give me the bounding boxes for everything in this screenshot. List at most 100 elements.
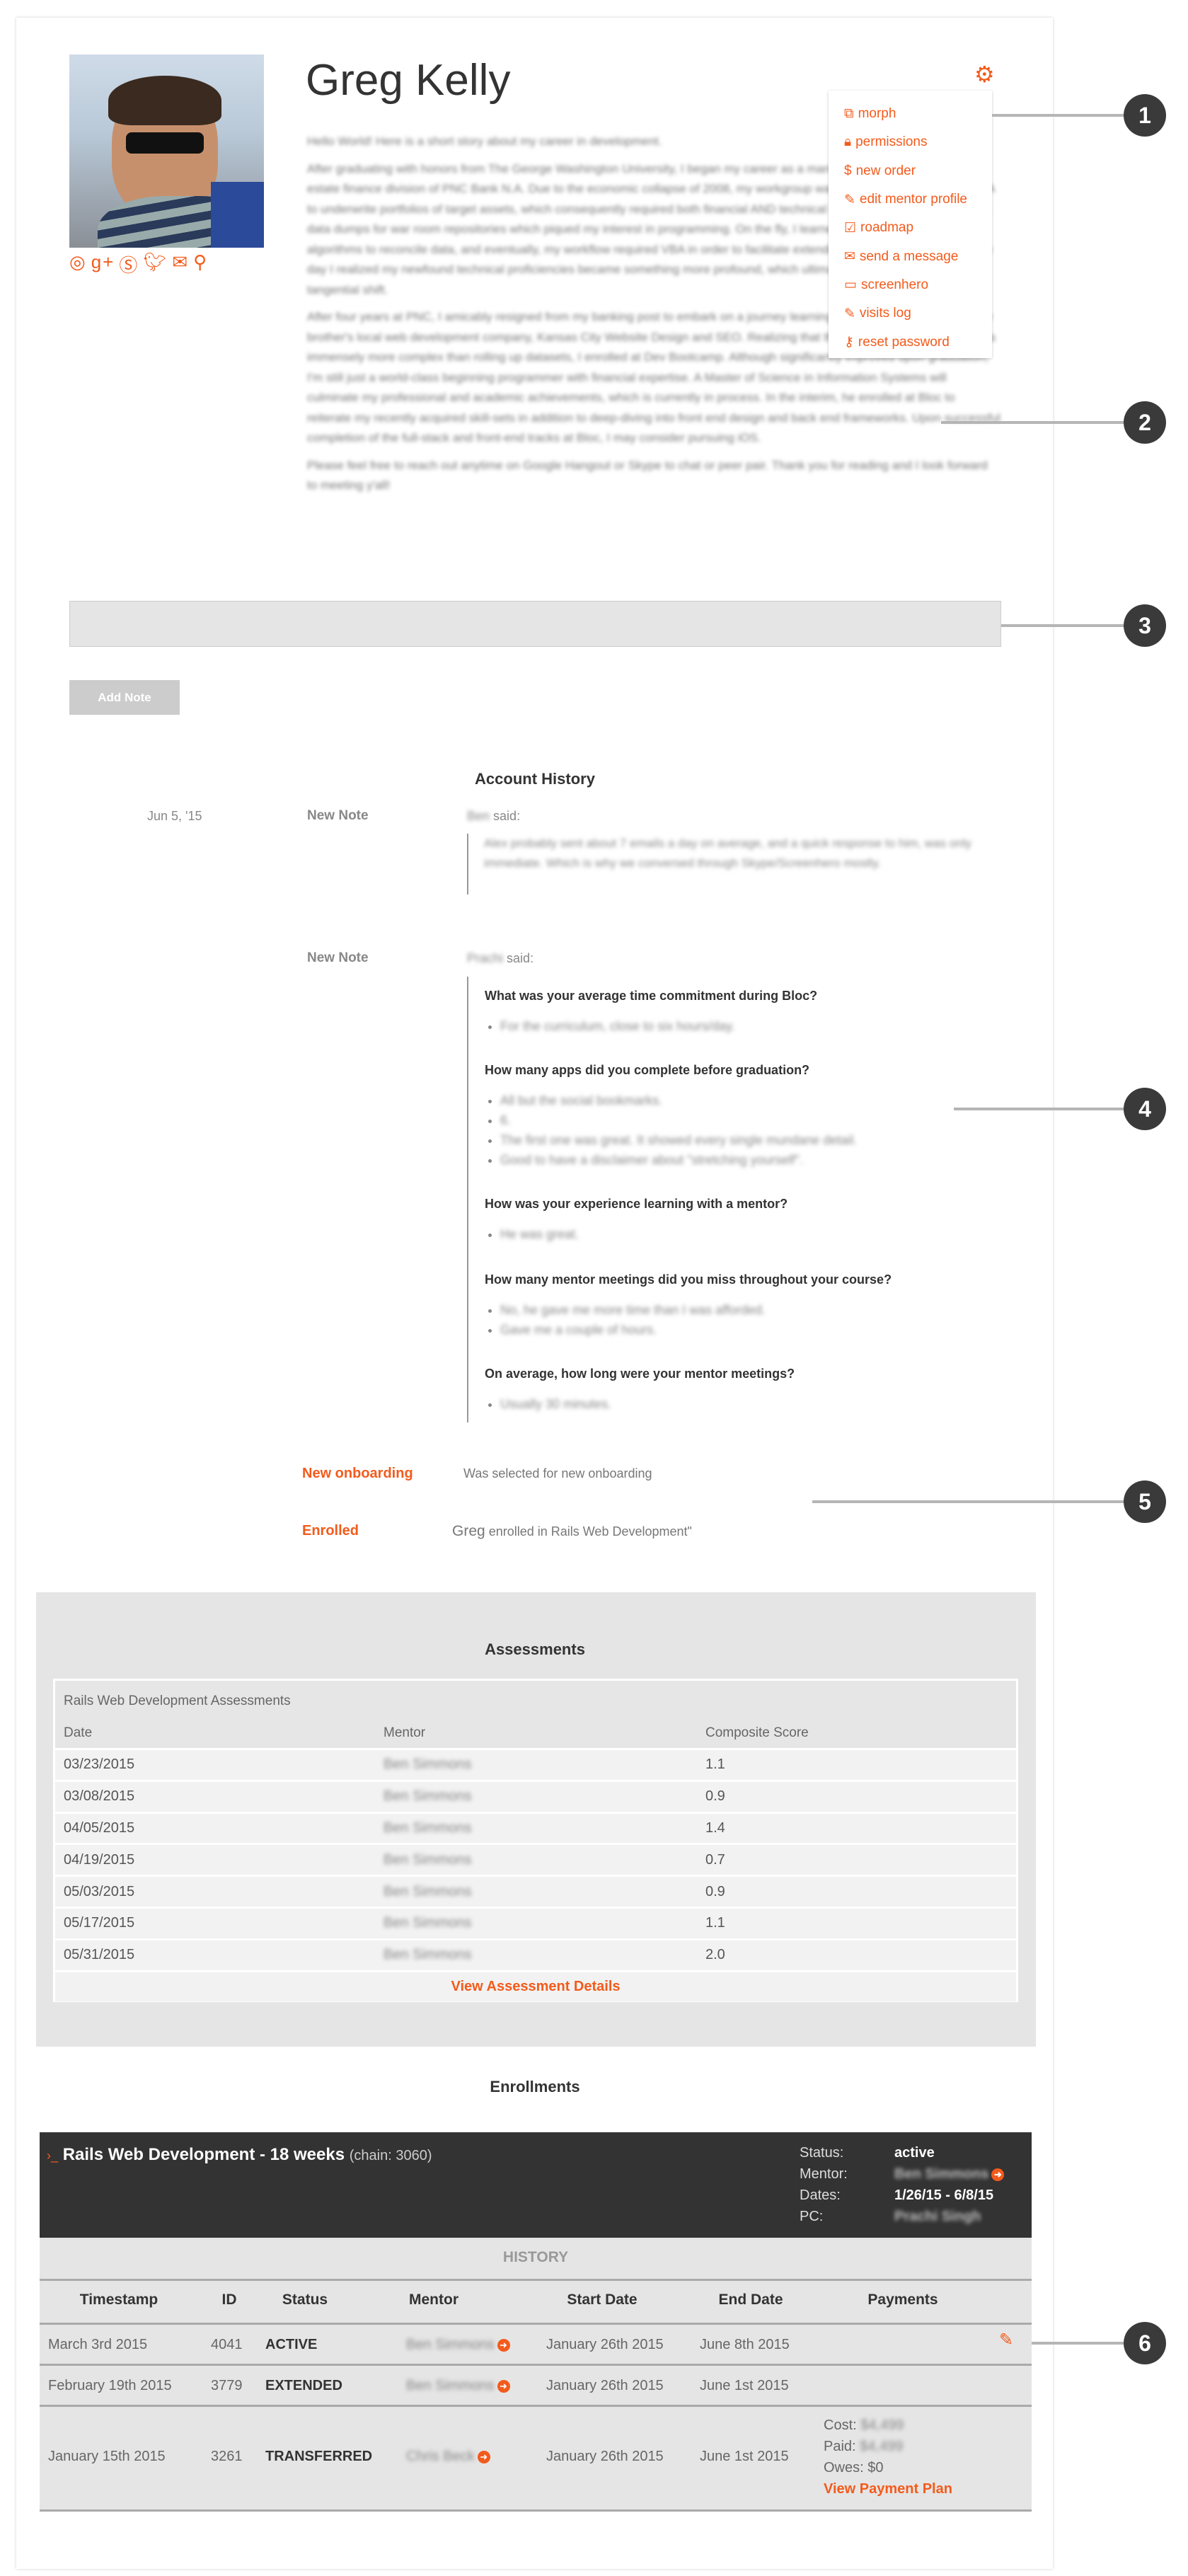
col-header-status: Status [282, 2292, 328, 2308]
assessment-date: 03/08/2015 [64, 1788, 135, 1805]
twitter-icon[interactable]: 🐦︎ [143, 251, 168, 277]
social-links: ◎ g+ Ⓢ 🐦︎ ✉ ⚲ [69, 251, 208, 277]
table-row: 04/19/2015 Ben Simmons 0.7 [55, 1843, 1016, 1875]
view-assessment-details-link[interactable]: View Assessment Details [451, 1979, 620, 1995]
menu-item-edit-mentor-profile[interactable]: ✎ edit mentor profile [829, 185, 992, 214]
arrow-circle-right-icon[interactable]: ➜ [497, 2379, 510, 2393]
assessment-score: 0.7 [705, 1851, 725, 1868]
col-header-date: Date [64, 1725, 93, 1740]
menu-item-label: new order [855, 163, 916, 178]
menu-item-visits-log[interactable]: ✎ visits log [829, 299, 992, 328]
dollar-icon: $ [844, 163, 852, 178]
mentor-label: Mentor: [800, 2166, 848, 2182]
callout-line [812, 1500, 1124, 1503]
survey-answer: Usually 30 minutes. [500, 1397, 1008, 1417]
menu-item-send-a-message[interactable]: ✉ send a message [829, 242, 992, 270]
col-header-timestamp: Timestamp [79, 2292, 158, 2308]
cost-label: Cost: [824, 2417, 857, 2433]
enrolled-text: enrolled in Rails Web Development" [488, 1524, 692, 1539]
assessment-mentor: Ben Simmons [383, 1851, 472, 1868]
enrollment-status: ACTIVE [265, 2337, 318, 2352]
mentor-value[interactable]: Ben Simmons [894, 2166, 988, 2182]
menu-item-label: visits log [859, 306, 911, 321]
menu-item-label: permissions [855, 134, 928, 150]
col-header-end-date: End Date [718, 2292, 783, 2308]
end-date: June 1st 2015 [700, 2449, 789, 2464]
edit-icon[interactable]: ✎ [999, 2330, 1013, 2350]
arrow-circle-right-icon[interactable]: ➜ [477, 2450, 490, 2463]
timestamp: February 19th 2015 [48, 2378, 172, 2393]
start-date: January 26th 2015 [546, 2449, 664, 2464]
terminal-icon: ›_ [47, 2149, 59, 2163]
assessment-score: 0.9 [705, 1788, 725, 1805]
callout-badge: 3 [1124, 604, 1166, 647]
map-marker-icon[interactable]: ⚲ [193, 251, 208, 277]
mentor[interactable]: Ben Simmons ➜ [406, 2337, 510, 2353]
survey-question: On average, how long were your mentor me… [485, 1367, 795, 1381]
table-row: 03/23/2015 Ben Simmons 1.1 [55, 1748, 1016, 1780]
assessment-date: 03/23/2015 [64, 1756, 135, 1773]
owes-value: Owes: $0 [824, 2460, 884, 2476]
timestamp: March 3rd 2015 [48, 2337, 148, 2352]
menu-item-reset-password[interactable]: ⚷ reset password [829, 328, 992, 356]
table-row: 04/05/2015 Ben Simmons 1.4 [55, 1811, 1016, 1844]
assessments-title: Assessments [485, 1640, 585, 1658]
mentor[interactable]: Ben Simmons ➜ [406, 2378, 510, 2394]
dates-value: 1/26/15 - 6/8/15 [894, 2187, 994, 2203]
end-date: June 1st 2015 [700, 2378, 789, 2393]
survey-answer: No, he gave me more time than I was affo… [500, 1303, 1008, 1323]
enrollment-header: ›_ Rails Web Development - 18 weeks (cha… [40, 2132, 1032, 2238]
survey-answer: Gave me a couple of hours. [500, 1323, 1008, 1342]
col-header-score: Composite Score [705, 1725, 809, 1740]
student-name: Greg [452, 1523, 485, 1539]
note-type: New Note [307, 950, 369, 965]
enrollment-id: 3261 [211, 2449, 243, 2464]
arrow-circle-right-icon[interactable]: ➜ [991, 2168, 1005, 2181]
edit-icon: ✎ [844, 306, 855, 321]
add-note-button[interactable]: Add Note [69, 680, 180, 715]
menu-item-screenhero[interactable]: ▭ screenhero [829, 271, 992, 299]
col-header-id: ID [221, 2292, 237, 2308]
menu-item-label: reset password [858, 334, 950, 350]
start-date: January 26th 2015 [546, 2337, 664, 2352]
assessment-mentor: Ben Simmons [383, 1788, 472, 1805]
menu-item-new-order[interactable]: $ new order [829, 157, 992, 185]
assessment-mentor: Ben Simmons [383, 1883, 472, 1899]
envelope-icon[interactable]: ✉ [172, 251, 189, 277]
view-payment-plan-link[interactable]: View Payment Plan [824, 2478, 952, 2500]
status-value: active [894, 2145, 935, 2161]
survey-answer: 6. [500, 1113, 1008, 1133]
mentor[interactable]: Chris Beck ➜ [406, 2449, 490, 2465]
menu-item-permissions[interactable]: 🔒︎ permissions [829, 128, 992, 156]
callout-badge: 4 [1124, 1088, 1166, 1130]
enrollment-id: 4041 [211, 2337, 243, 2352]
chain-id: (chain: 3060) [349, 2148, 432, 2163]
assessment-date: 05/31/2015 [64, 1947, 135, 1963]
survey-answer: The first one was great. It showed every… [500, 1133, 1008, 1153]
arrow-circle-right-icon[interactable]: ➜ [497, 2338, 510, 2352]
assessment-score: 2.0 [705, 1947, 725, 1963]
menu-item-morph[interactable]: ⧉ morph [829, 100, 992, 128]
assessment-score: 1.4 [705, 1819, 725, 1836]
menu-item-roadmap[interactable]: ☑ roadmap [829, 214, 992, 242]
menu-item-label: edit mentor profile [859, 192, 967, 207]
survey-answer: For the curriculum, close to six hours/d… [500, 1019, 1008, 1039]
assessment-mentor: Ben Simmons [383, 1915, 472, 1931]
gear-icon[interactable]: ⚙ [974, 61, 995, 88]
col-header-mentor: Mentor [383, 1725, 426, 1740]
note-author: Ben [467, 809, 490, 823]
callout-badge: 1 [1124, 94, 1166, 137]
note-textarea[interactable] [69, 601, 1001, 647]
assessment-date: 04/05/2015 [64, 1819, 135, 1836]
cost-value: $4,499 [860, 2417, 904, 2433]
github-icon[interactable]: ◎ [69, 251, 87, 277]
enrollment-id: 3779 [211, 2378, 243, 2393]
bio-paragraph: Please feel free to reach out anytime on… [307, 458, 988, 493]
google-plus-icon[interactable]: g+ [91, 251, 115, 277]
account-history-title: Account History [475, 770, 595, 788]
survey-question: How was your experience learning with a … [485, 1197, 788, 1211]
paid-value: $4,499 [860, 2439, 904, 2454]
onboarding-label: New onboarding [302, 1466, 413, 1481]
lock-icon: 🔒︎ [844, 134, 852, 150]
skype-icon[interactable]: Ⓢ [119, 251, 139, 277]
